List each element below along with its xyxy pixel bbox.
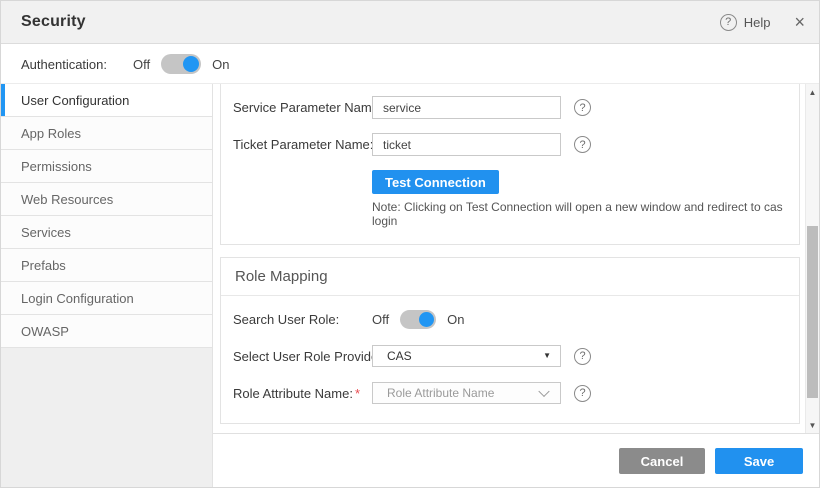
- ticket-parameter-row: Ticket Parameter Name:* ?: [233, 133, 799, 156]
- cancel-button[interactable]: Cancel: [619, 448, 705, 474]
- content-pane: Service Parameter Name:* ? Ticket Parame…: [213, 84, 819, 487]
- role-mapping-header: Role Mapping: [221, 258, 799, 296]
- sidebar-item-app-roles[interactable]: App Roles: [1, 117, 212, 150]
- service-parameter-label: Service Parameter Name:*: [233, 100, 372, 115]
- chevron-down-icon: [538, 386, 549, 397]
- sidebar-item-services[interactable]: Services: [1, 216, 212, 249]
- authentication-off-label: Off: [133, 57, 150, 72]
- role-mapping-section: Role Mapping Search User Role: Off On: [220, 257, 800, 424]
- service-parameter-input[interactable]: [372, 96, 561, 119]
- help-link[interactable]: Help: [744, 15, 771, 30]
- authentication-toggle[interactable]: [161, 54, 201, 74]
- dropdown-arrow-icon: ▼: [543, 352, 551, 360]
- role-mapping-title: Role Mapping: [235, 268, 328, 285]
- search-user-role-off-label: Off: [372, 312, 389, 327]
- help-icon[interactable]: ?: [720, 14, 737, 31]
- label-text: Service Parameter Name:: [233, 100, 383, 115]
- help-icon[interactable]: ?: [574, 136, 591, 153]
- sidebar-item-label: Login Configuration: [21, 291, 134, 306]
- role-attribute-select[interactable]: Role Attribute Name: [372, 382, 561, 404]
- sidebar-item-prefabs[interactable]: Prefabs: [1, 249, 212, 282]
- service-parameter-row: Service Parameter Name:* ?: [233, 96, 799, 119]
- test-connection-button[interactable]: Test Connection: [372, 170, 499, 194]
- user-role-provider-label: Select User Role Provider:: [233, 349, 372, 364]
- sidebar-item-label: Prefabs: [21, 258, 66, 273]
- cas-parameters-section: Service Parameter Name:* ? Ticket Parame…: [220, 84, 800, 245]
- search-user-role-toggle[interactable]: [400, 310, 436, 329]
- sidebar-item-label: Permissions: [21, 159, 92, 174]
- sidebar-item-label: Services: [21, 225, 71, 240]
- authentication-on-label: On: [212, 57, 229, 72]
- sidebar-item-owasp[interactable]: OWASP: [1, 315, 212, 348]
- label-text: Ticket Parameter Name:: [233, 137, 373, 152]
- user-role-provider-select[interactable]: CAS ▼: [372, 345, 561, 367]
- placeholder-text: Role Attribute Name: [387, 386, 494, 400]
- help-icon[interactable]: ?: [574, 348, 591, 365]
- sidebar-item-label: OWASP: [21, 324, 69, 339]
- header-actions: ? Help ×: [720, 13, 805, 31]
- help-icon[interactable]: ?: [574, 385, 591, 402]
- role-mapping-rows: Search User Role: Off On Select User Rol…: [221, 296, 799, 404]
- toggle-knob: [183, 56, 199, 72]
- test-connection-note: Note: Clicking on Test Connection will o…: [372, 200, 799, 228]
- sidebar: User Configuration App Roles Permissions…: [1, 84, 213, 487]
- sidebar-item-permissions[interactable]: Permissions: [1, 150, 212, 183]
- selected-value: CAS: [387, 349, 412, 363]
- required-asterisk: *: [355, 386, 360, 401]
- search-user-role-on-label: On: [447, 312, 464, 327]
- sidebar-item-login-configuration[interactable]: Login Configuration: [1, 282, 212, 315]
- role-attribute-label: Role Attribute Name:*: [233, 386, 372, 401]
- user-role-provider-row: Select User Role Provider: CAS ▼ ?: [233, 345, 799, 367]
- close-icon[interactable]: ×: [794, 13, 805, 31]
- footer-actions: Cancel Save: [213, 433, 819, 487]
- search-user-role-row: Search User Role: Off On: [233, 310, 799, 329]
- ticket-parameter-label: Ticket Parameter Name:*: [233, 137, 372, 152]
- vertical-scrollbar[interactable]: ▲ ▼: [805, 84, 819, 433]
- authentication-label: Authentication:: [21, 57, 107, 72]
- sidebar-item-web-resources[interactable]: Web Resources: [1, 183, 212, 216]
- authentication-bar: Authentication: Off On: [1, 45, 819, 84]
- page-title: Security: [21, 13, 86, 31]
- ticket-parameter-input[interactable]: [372, 133, 561, 156]
- save-button[interactable]: Save: [715, 448, 803, 474]
- scroll-down-icon[interactable]: ▼: [806, 418, 819, 432]
- security-dialog: Security ? Help × Authentication: Off On…: [0, 0, 820, 488]
- sidebar-item-label: App Roles: [21, 126, 81, 141]
- label-text: Role Attribute Name:: [233, 386, 353, 401]
- active-indicator: [1, 84, 5, 116]
- toggle-knob: [419, 312, 434, 327]
- sidebar-item-user-configuration[interactable]: User Configuration: [1, 84, 212, 117]
- sidebar-item-label: Web Resources: [21, 192, 113, 207]
- sidebar-item-label: User Configuration: [21, 93, 129, 108]
- help-icon[interactable]: ?: [574, 99, 591, 116]
- dialog-body: User Configuration App Roles Permissions…: [1, 84, 819, 487]
- scrollbar-thumb[interactable]: [807, 226, 818, 398]
- dialog-header: Security ? Help ×: [1, 1, 819, 44]
- search-user-role-label: Search User Role:: [233, 312, 372, 327]
- role-attribute-row: Role Attribute Name:* Role Attribute Nam…: [233, 382, 799, 404]
- scroll-viewport: Service Parameter Name:* ? Ticket Parame…: [213, 84, 805, 433]
- scroll-up-icon[interactable]: ▲: [806, 85, 819, 99]
